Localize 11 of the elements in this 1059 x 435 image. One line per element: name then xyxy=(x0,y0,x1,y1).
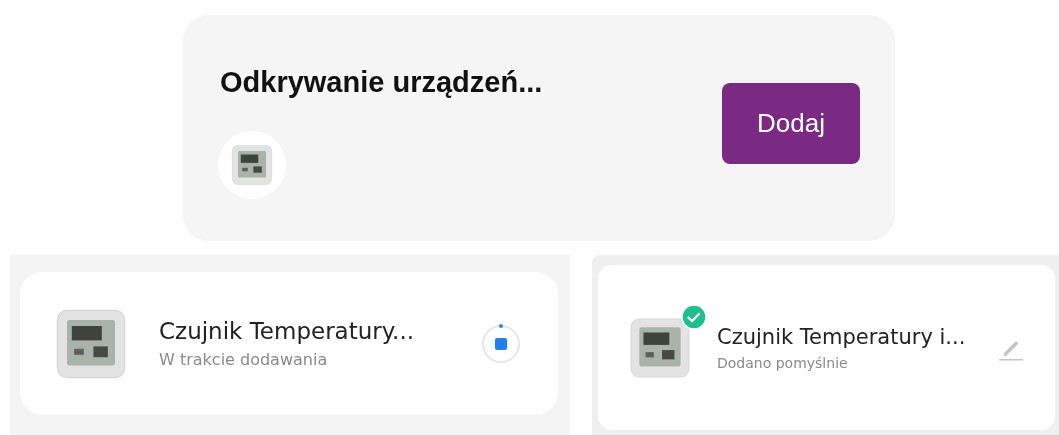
discovery-title: Odkrywanie urządzeń... xyxy=(220,65,543,99)
thermometer-device-icon xyxy=(55,307,127,380)
device-name: Czujnik Temperatury... xyxy=(159,318,415,344)
device-status: W trakcie dodawania xyxy=(159,350,329,369)
stop-progress-icon[interactable] xyxy=(480,322,522,365)
device-name: Czujnik Temperatury i... xyxy=(717,324,967,349)
thermometer-device-icon xyxy=(629,316,691,379)
thermometer-device-icon xyxy=(231,143,273,186)
add-button[interactable]: Dodaj xyxy=(722,82,860,164)
check-badge-icon xyxy=(681,303,707,330)
device-status: Dodano pomyślnie xyxy=(717,354,849,371)
